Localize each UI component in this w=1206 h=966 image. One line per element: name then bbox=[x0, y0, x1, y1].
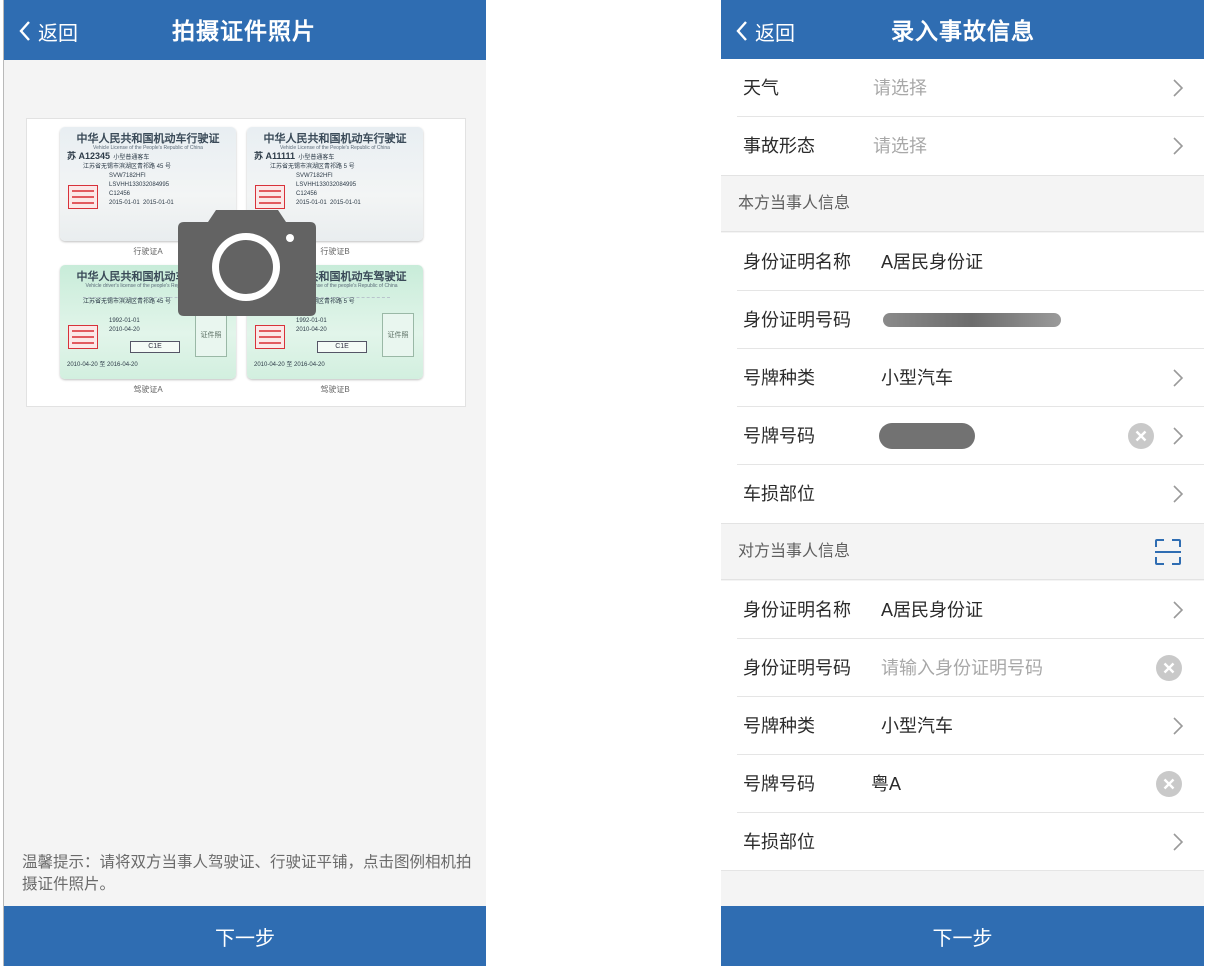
weather-select[interactable]: 天气 请选择 bbox=[721, 59, 1204, 117]
back-label: 返回 bbox=[38, 22, 78, 45]
doc-vehicle-type: 小型普通客车 bbox=[113, 155, 150, 161]
official-stamp bbox=[68, 325, 98, 349]
doc-class: C1E bbox=[317, 341, 367, 353]
chevron-right-icon bbox=[1173, 79, 1184, 97]
doc-plate: 苏 A12345 bbox=[67, 151, 111, 161]
other-damage-select[interactable]: 车损部位 bbox=[721, 813, 1204, 871]
own-id-number-row[interactable]: 身份证明号码 bbox=[721, 291, 1204, 349]
chevron-right-icon bbox=[1173, 427, 1184, 445]
doc-engine: C12456 bbox=[296, 191, 318, 197]
doc-model: SVW7182HFI bbox=[109, 173, 146, 179]
accident-form-label: 事故形态 bbox=[743, 136, 815, 156]
other-id-type-label: 身份证明名称 bbox=[743, 600, 851, 620]
doc-class: C1E bbox=[130, 341, 180, 353]
next-step-button[interactable]: 下一步 bbox=[721, 906, 1204, 966]
back-button[interactable]: 返回 bbox=[18, 14, 78, 48]
doc-register-date: 2015-01-01 bbox=[109, 200, 140, 206]
other-party-section-title: 对方当事人信息 bbox=[738, 543, 851, 560]
nav-bar: 返回 录入事故信息 bbox=[721, 0, 1204, 60]
back-button[interactable]: 返回 bbox=[735, 14, 795, 48]
other-plate-type-label: 号牌种类 bbox=[743, 716, 815, 736]
doc-engine: C12456 bbox=[109, 191, 131, 197]
own-plate-type-select[interactable]: 号牌种类 小型汽车 bbox=[721, 349, 1204, 407]
other-damage-label: 车损部位 bbox=[743, 832, 815, 852]
doc-model: SVW7182HFI bbox=[296, 173, 333, 179]
other-id-number-label: 身份证明号码 bbox=[743, 658, 851, 678]
doc-title: 中华人民共和国机动车行驶证 bbox=[76, 132, 220, 145]
own-damage-label: 车损部位 bbox=[743, 484, 815, 504]
official-stamp bbox=[68, 185, 98, 209]
doc-valid: 2010-04-20 至 2016-04-20 bbox=[67, 362, 138, 368]
back-label: 返回 bbox=[755, 22, 795, 45]
weather-placeholder: 请选择 bbox=[873, 78, 927, 98]
own-party-section-header: 本方当事人信息 bbox=[721, 175, 1204, 232]
accident-info-screen: 返回 录入事故信息 天气 请选择 事故形态 请选择 本方当事人信息 身份证明名称… bbox=[721, 0, 1204, 966]
chevron-right-icon bbox=[1173, 369, 1184, 387]
own-id-type-value: A居民身份证 bbox=[881, 252, 984, 272]
official-stamp bbox=[255, 325, 285, 349]
scan-icon[interactable] bbox=[1154, 538, 1182, 566]
chevron-right-icon bbox=[1173, 717, 1184, 735]
clear-icon[interactable] bbox=[1128, 423, 1154, 449]
own-plate-type-value: 小型汽车 bbox=[881, 368, 953, 388]
doc-address: 江苏省无锡市滨湖区青祁路 5 号 bbox=[270, 164, 355, 170]
doc-vin: LSVHH133032084995 bbox=[109, 182, 170, 188]
other-plate-type-select[interactable]: 号牌种类 小型汽车 bbox=[721, 697, 1204, 755]
own-plate-type-label: 号牌种类 bbox=[743, 368, 815, 388]
doc-title: 中华人民共和国机动车行驶证 bbox=[263, 132, 407, 145]
camera-icon[interactable] bbox=[176, 206, 318, 318]
doc-caption: 驾驶证A bbox=[133, 385, 163, 394]
next-step-button[interactable]: 下一步 bbox=[4, 906, 486, 966]
clear-icon[interactable] bbox=[1156, 771, 1182, 797]
own-id-number-label: 身份证明号码 bbox=[743, 310, 851, 330]
doc-vin: LSVHH133032084995 bbox=[296, 182, 357, 188]
tip-text: 温馨提示：请将双方当事人驾驶证、行驶证平铺，点击图例相机拍摄证件照片。 bbox=[22, 854, 472, 893]
own-party-section-title: 本方当事人信息 bbox=[738, 195, 851, 212]
doc-valid: 2010-04-20 至 2016-04-20 bbox=[254, 362, 325, 368]
other-id-type-select[interactable]: 身份证明名称 A居民身份证 bbox=[721, 581, 1204, 639]
chevron-left-icon bbox=[736, 21, 747, 41]
other-plate-number-field[interactable]: 号牌号码 粤A bbox=[721, 755, 1204, 813]
doc-caption: 驾驶证B bbox=[320, 385, 350, 394]
accident-form-select[interactable]: 事故形态 请选择 bbox=[721, 117, 1204, 175]
page-title: 录入事故信息 bbox=[891, 18, 1035, 44]
own-id-type-label: 身份证明名称 bbox=[743, 252, 851, 272]
chevron-right-icon bbox=[1173, 601, 1184, 619]
doc-issue-date: 2015-01-01 bbox=[143, 200, 174, 206]
other-id-type-value: A居民身份证 bbox=[881, 600, 984, 620]
chevron-right-icon bbox=[1173, 137, 1184, 155]
redacted-plate-number bbox=[879, 423, 975, 449]
doc-photo: 证件照 bbox=[195, 313, 227, 357]
other-plate-type-value: 小型汽车 bbox=[881, 716, 953, 736]
doc-issue-date: 2015-01-01 bbox=[330, 200, 361, 206]
other-party-section-header: 对方当事人信息 bbox=[721, 523, 1204, 580]
accident-form-placeholder: 请选择 bbox=[873, 136, 927, 156]
own-id-type-row[interactable]: 身份证明名称 A居民身份证 bbox=[721, 233, 1204, 291]
other-id-number-field[interactable]: 身份证明号码 请输入身份证明号码 bbox=[721, 639, 1204, 697]
chevron-right-icon bbox=[1173, 833, 1184, 851]
nav-bar: 返回 拍摄证件照片 bbox=[4, 0, 486, 60]
other-id-number-placeholder: 请输入身份证明号码 bbox=[881, 658, 1043, 678]
chevron-right-icon bbox=[1173, 485, 1184, 503]
doc-plate: 苏 A11111 bbox=[254, 151, 296, 161]
doc-address: 江苏省无锡市滨湖区青祁路 45 号 bbox=[83, 164, 172, 170]
own-damage-select[interactable]: 车损部位 bbox=[721, 465, 1204, 523]
redacted-id-number bbox=[883, 313, 1061, 327]
clear-icon[interactable] bbox=[1156, 655, 1182, 681]
own-plate-number-label: 号牌号码 bbox=[743, 426, 815, 446]
photo-capture-screen: 返回 拍摄证件照片 中华人民共和国机动车行驶证 Vehicle License … bbox=[3, 0, 486, 966]
doc-photo: 证件照 bbox=[382, 313, 414, 357]
page-title: 拍摄证件照片 bbox=[172, 18, 316, 44]
doc-vehicle-type: 小型普通客车 bbox=[298, 155, 335, 161]
own-plate-number-row[interactable]: 号牌号码 bbox=[721, 407, 1204, 465]
other-plate-number-value: 粤A bbox=[871, 774, 902, 794]
chevron-left-icon bbox=[19, 21, 30, 41]
other-plate-number-label: 号牌号码 bbox=[743, 774, 815, 794]
weather-label: 天气 bbox=[743, 78, 779, 98]
